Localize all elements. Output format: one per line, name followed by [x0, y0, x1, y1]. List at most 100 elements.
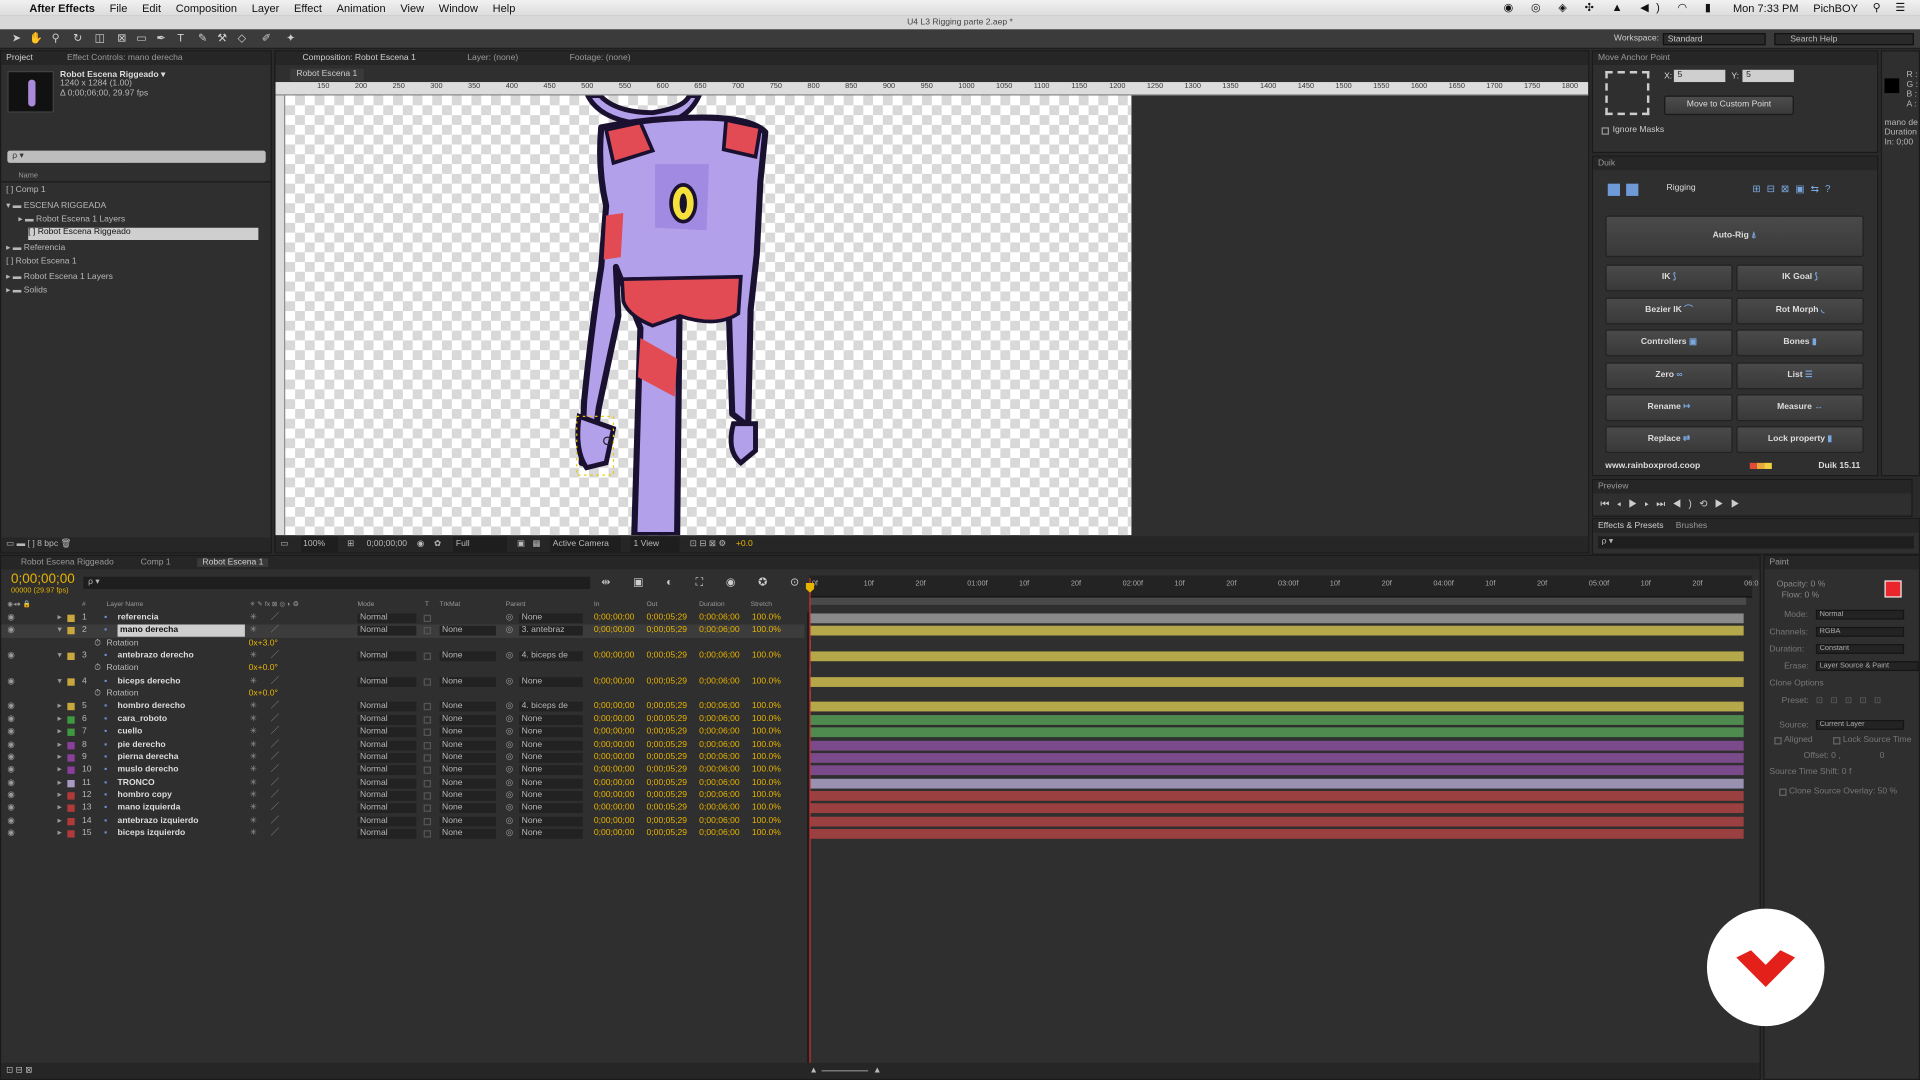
shy-switch-icon[interactable]: ✳ [250, 739, 257, 751]
property-row-rotation[interactable]: ⏱ Rotation 0x+0.0° [1, 663, 804, 676]
col-in[interactable]: In [594, 601, 600, 608]
clock[interactable]: Mon 7:33 PM [1733, 2, 1799, 14]
property-value[interactable]: 0x+3.0° [249, 638, 278, 650]
quality-switch-icon[interactable]: ／ [271, 828, 280, 840]
pick-whip-icon[interactable]: ◎ [506, 714, 513, 726]
tab-move-anchor[interactable]: Move Anchor Point [1593, 51, 1878, 65]
work-area-bar[interactable] [809, 597, 1747, 605]
project-folder-solids[interactable]: ▸ ▬ Solids [6, 285, 47, 296]
shy-switch-icon[interactable]: ✳ [250, 790, 257, 802]
layer-in[interactable]: 0;00;00;00 [594, 612, 635, 624]
notification-icon[interactable]: ☰ [1895, 1, 1905, 14]
rename-button[interactable]: Rename ↦ [1605, 394, 1733, 422]
brush-tool-icon[interactable]: ✎ [196, 32, 209, 45]
pick-whip-icon[interactable]: ◎ [506, 828, 513, 840]
layer-mode-select[interactable]: Normal [357, 828, 417, 839]
layer-name[interactable]: hombro derecho [118, 701, 186, 713]
layer-name[interactable]: mano izquierda [118, 802, 181, 814]
layer-duration-bar[interactable] [809, 828, 1744, 839]
layer-in[interactable]: 0;00;00;00 [594, 777, 635, 789]
layer-row[interactable]: ◉ ▾ 3 ▪ antebrazo derecho ✳ ／ Normal None ◎ 4. bic… [1, 650, 804, 663]
shy-switch-icon[interactable]: ✳ [250, 714, 257, 726]
clone-source-select[interactable]: Current Layer [1815, 720, 1905, 730]
menu-composition[interactable]: Composition [176, 2, 237, 14]
layer-in[interactable]: 0;00;00;00 [594, 739, 635, 751]
layer-name[interactable]: cara_roboto [118, 714, 168, 726]
project-bpc[interactable]: 8 bpc [37, 540, 58, 549]
tab-brushes[interactable]: Brushes [1676, 522, 1707, 531]
trkmat-select[interactable]: None [439, 803, 496, 814]
ram-preview-icon[interactable]: ▶▶ [1715, 498, 1747, 509]
layer-name[interactable]: mano derecha [117, 624, 245, 638]
hand-tool-icon[interactable]: ✋ [29, 32, 43, 45]
loop-icon[interactable]: ⟲ [1699, 498, 1715, 509]
pick-whip-icon[interactable]: ◎ [506, 612, 513, 624]
parent-select[interactable]: None [519, 752, 583, 763]
col-out[interactable]: Out [647, 601, 658, 608]
project-col-name[interactable]: Name [18, 173, 38, 180]
play-icon[interactable]: ▶ [1628, 498, 1644, 509]
quality-switch-icon[interactable]: ／ [271, 701, 280, 713]
layer-name[interactable]: cuello [118, 726, 143, 738]
layer-in[interactable]: 0;00;00;00 [594, 701, 635, 713]
layer-mode-select[interactable]: Normal [357, 803, 417, 814]
preserve-transparency-box[interactable] [423, 779, 432, 787]
current-time-display[interactable]: 0;00;00;00 [367, 540, 408, 549]
composition-canvas[interactable] [285, 95, 1132, 536]
workspace-select[interactable]: Standard [1662, 33, 1766, 46]
preserve-transparency-box[interactable] [423, 830, 432, 838]
layer-duration[interactable]: 0;00;06;00 [699, 701, 740, 713]
parent-select[interactable]: None [519, 676, 583, 687]
pick-whip-icon[interactable]: ◎ [506, 802, 513, 814]
layer-row[interactable]: ◉ ▸ 8 ▪ pie derecho ✳ ／ Normal None ◎ None 0;00;00;… [1, 739, 804, 752]
auto-rig-button[interactable]: Auto-Rig ⍋ [1605, 215, 1864, 258]
selection-tool-icon[interactable]: ➤ [10, 32, 23, 45]
eye-icon[interactable]: ◉ [7, 701, 14, 713]
duik-site-link[interactable]: www.rainboxprod.coop [1605, 462, 1700, 471]
layer-stretch[interactable]: 100.0% [752, 764, 781, 776]
expand-arrow-icon[interactable]: ▸ [58, 714, 62, 726]
controllers-button[interactable]: Controllers ▣ [1605, 329, 1733, 357]
layer-out[interactable]: 0;00;05;29 [647, 714, 688, 726]
pick-whip-icon[interactable]: ◎ [506, 739, 513, 751]
zoom-tool-icon[interactable]: ⚲ [49, 32, 62, 45]
preserve-transparency-box[interactable] [423, 792, 432, 800]
shy-switch-icon[interactable]: ✳ [250, 815, 257, 827]
eye-icon[interactable]: ◉ [7, 676, 14, 688]
quality-switch-icon[interactable]: ／ [271, 676, 280, 688]
color-icon[interactable]: ✿ [434, 540, 441, 549]
layer-stretch[interactable]: 100.0% [752, 650, 781, 662]
tab-effect-controls[interactable]: Effect Controls: mano derecha [67, 54, 183, 63]
timeline-ruler[interactable]: 0f 10f 20f 01:00f 10f 20f 02:00f 10f 20f 03:00f 10… [809, 575, 1758, 598]
col-duration[interactable]: Duration [699, 601, 724, 608]
list-button[interactable]: List ☰ [1736, 362, 1864, 390]
rotate-tool-icon[interactable]: ↻ [71, 32, 84, 45]
layer-stretch[interactable]: 100.0% [752, 790, 781, 802]
clone-source-overlay[interactable]: Clone Source Overlay: 50 % [1789, 787, 1897, 796]
eye-icon[interactable]: ◉ [7, 739, 14, 751]
parent-select[interactable]: 4. biceps de [519, 651, 583, 662]
paint-erase-select[interactable]: Layer Source & Paint [1815, 661, 1919, 672]
preserve-transparency-box[interactable] [423, 817, 432, 825]
expand-arrow-icon[interactable]: ▸ [58, 815, 62, 827]
layer-stretch[interactable]: 100.0% [752, 625, 781, 637]
preserve-transparency-box[interactable] [423, 716, 432, 724]
last-frame-icon[interactable]: ⏭ [1656, 498, 1672, 509]
pick-whip-icon[interactable]: ◎ [506, 815, 513, 827]
quality-switch-icon[interactable]: ／ [271, 815, 280, 827]
expand-arrow-icon[interactable]: ▾ [58, 676, 62, 688]
shy-switch-icon[interactable]: ✳ [250, 726, 257, 738]
stopwatch-icon[interactable]: ⏱ [94, 638, 101, 650]
duik-icons-row[interactable]: ⊞⊟⊠▣⇆? [1752, 184, 1836, 195]
eye-icon[interactable]: ◉ [7, 802, 14, 814]
layer-out[interactable]: 0;00;05;29 [647, 739, 688, 751]
new-comp-icon[interactable]: [ ] [28, 540, 35, 549]
eye-icon[interactable]: ◉ [7, 752, 14, 764]
resolution-select[interactable]: Full [453, 536, 508, 553]
layer-row[interactable]: ◉ ▸ 13 ▪ mano izquierda ✳ ／ Normal None ◎ None 0;00… [1, 802, 804, 815]
parent-select[interactable]: None [519, 778, 583, 789]
label-color-swatch[interactable] [67, 779, 75, 787]
playhead[interactable] [809, 577, 811, 1068]
eye-icon[interactable]: ◉ [7, 714, 14, 726]
clone-tool-icon[interactable]: ⚒ [216, 32, 229, 45]
